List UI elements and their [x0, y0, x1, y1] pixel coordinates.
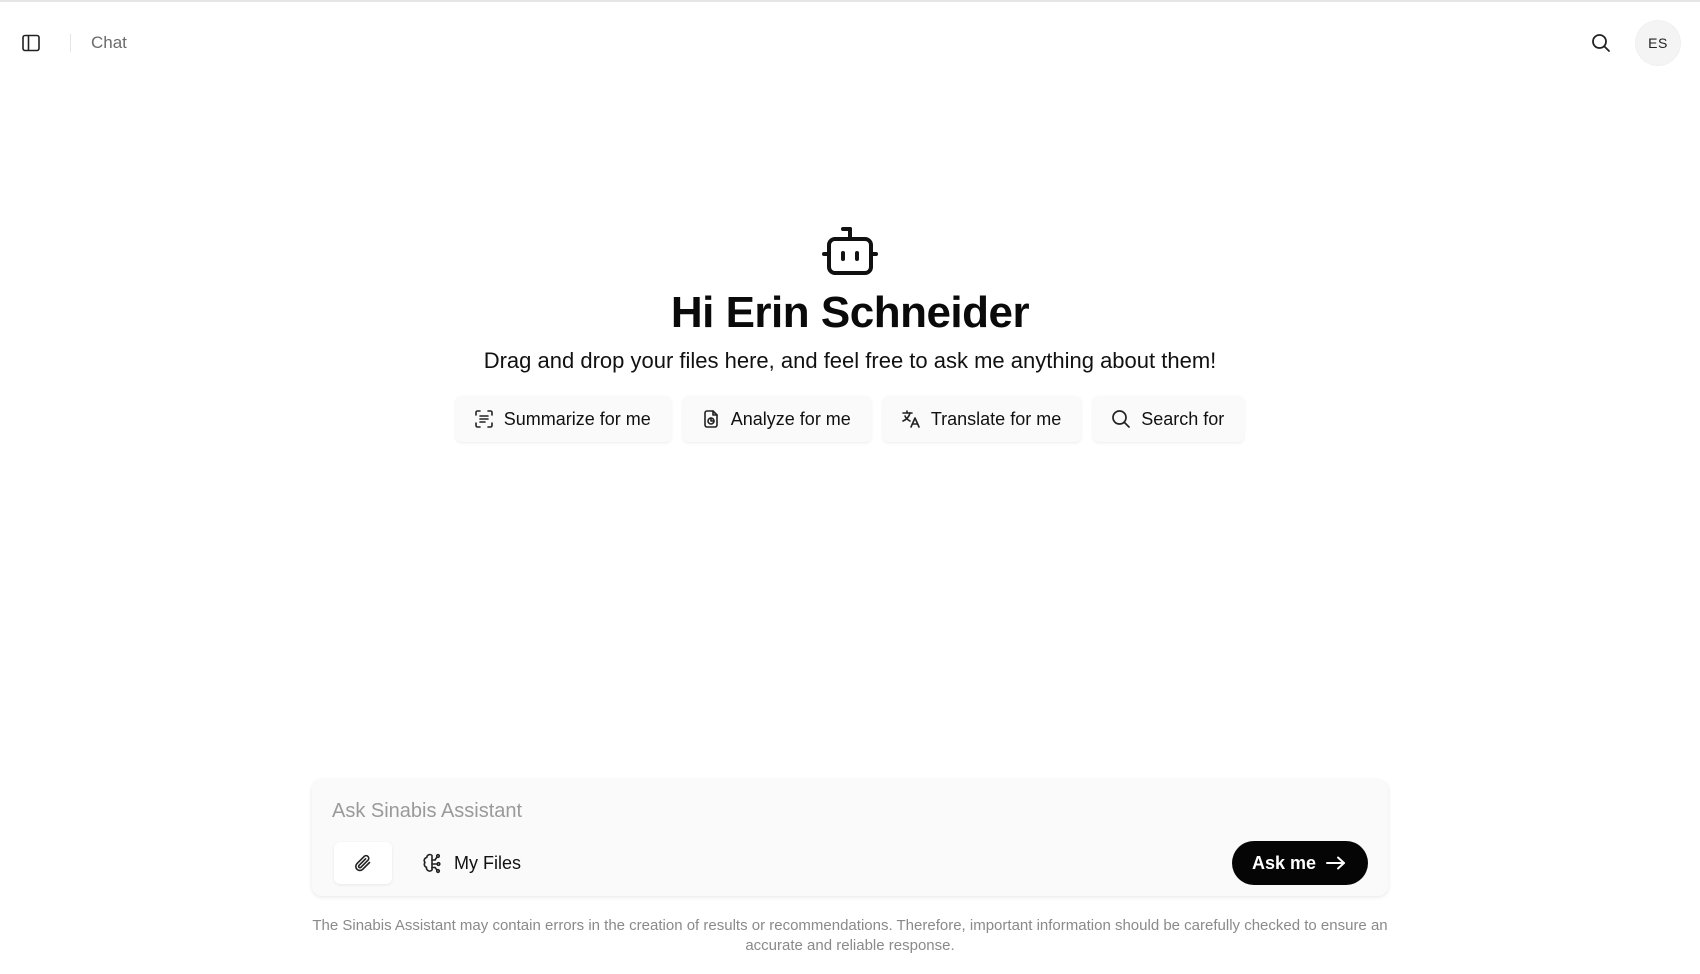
greeting-subtitle: Drag and drop your files here, and feel …	[483, 348, 1217, 373]
chat-composer: My Files Ask me	[312, 780, 1388, 896]
user-avatar[interactable]: ES	[1636, 21, 1680, 65]
brain-icon	[423, 853, 441, 874]
summarize-icon	[474, 410, 493, 428]
summarize-button[interactable]: Summarize for me	[455, 396, 671, 442]
analyze-icon	[703, 410, 718, 428]
my-files-label: My Files	[454, 852, 521, 873]
header-divider	[70, 34, 71, 52]
chat-input[interactable]	[332, 794, 1332, 828]
analyze-label: Analyze for me	[730, 408, 851, 429]
welcome-section: Hi Erin Schneider Drag and drop your fil…	[0, 226, 1700, 442]
quick-actions: Summarize for me Analyze for me Translat…	[455, 396, 1245, 442]
translate-button[interactable]: Translate for me	[882, 396, 1082, 442]
disclaimer-text: The Sinabis Assistant may contain errors…	[312, 917, 1388, 954]
translate-label: Translate for me	[930, 408, 1062, 429]
attach-button[interactable]	[334, 842, 392, 884]
greeting-title: Hi Erin Schneider	[670, 288, 1030, 337]
ask-me-button[interactable]: Ask me	[1231, 841, 1368, 885]
search-icon	[1112, 410, 1131, 428]
top-bar: Chat ES	[0, 2, 1700, 84]
search-for-button[interactable]: Search for	[1093, 396, 1245, 442]
translate-icon	[902, 410, 920, 428]
ask-me-label: Ask me	[1251, 852, 1316, 873]
sidebar-toggle-icon[interactable]	[20, 32, 42, 54]
paperclip-icon	[355, 854, 371, 872]
analyze-button[interactable]: Analyze for me	[682, 396, 871, 442]
summarize-label: Summarize for me	[503, 408, 651, 429]
breadcrumb[interactable]: Chat	[91, 33, 127, 53]
app-window: Chat ES Hi Erin Schneider Drag and drop …	[0, 0, 1700, 974]
arrow-right-icon	[1326, 856, 1345, 870]
bot-icon	[822, 227, 878, 275]
search-icon[interactable]	[1590, 32, 1612, 54]
my-files-button[interactable]: My Files	[422, 842, 521, 884]
search-for-label: Search for	[1141, 408, 1225, 429]
